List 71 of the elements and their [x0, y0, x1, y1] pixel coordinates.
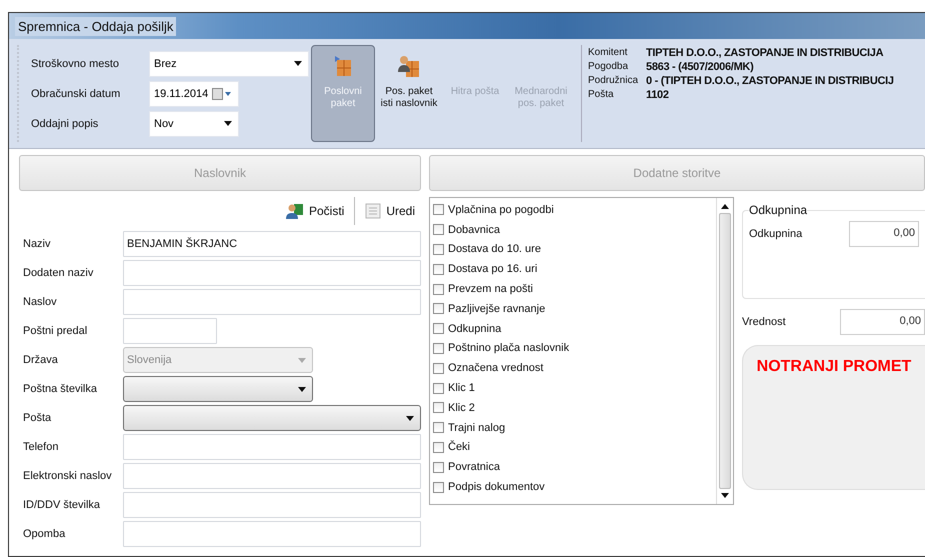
field-label: Poštni predal [23, 324, 88, 339]
person-icon [286, 203, 304, 219]
field-label: ID/DDV številka [23, 498, 102, 513]
service-checkbox[interactable]: Klic 1 [433, 379, 716, 397]
info-label: Komitent [588, 47, 628, 59]
service-checkbox[interactable]: Čeki [433, 438, 716, 456]
info-value: 1102 [646, 89, 670, 101]
input-field[interactable]: BENJAMIN ŠKRJANC [123, 231, 421, 257]
toolbar-button[interactable]: Pos. paket isti naslovnik [377, 45, 441, 142]
scrollbar[interactable] [716, 198, 733, 504]
service-checkbox[interactable]: Dobavnica [433, 220, 716, 239]
input-field[interactable] [123, 318, 217, 344]
service-checkbox[interactable]: Prevzem na pošti [433, 280, 716, 298]
info-value: TIPTEH D.O.O., ZASTOPANJE IN DISTRIBUCIJA [646, 47, 884, 59]
service-checkbox[interactable]: Dostava po 16. uri [433, 260, 716, 278]
field-label: Pošta [23, 411, 52, 426]
service-checkbox[interactable]: Označena vrednost [433, 359, 716, 378]
service-checkbox[interactable]: Trajni nalog [433, 418, 716, 437]
service-checkbox[interactable]: Poštnino plača naslovnik [433, 340, 716, 358]
service-checkbox[interactable]: Vplačnina po pogodbi [433, 201, 716, 219]
field-label: Vrednost [742, 316, 786, 328]
calendar-icon [212, 88, 232, 100]
field-label: Elektronski naslov [23, 469, 113, 484]
field-label: Opomba [23, 527, 66, 542]
field-label: Dodaten naziv [23, 266, 94, 281]
field-label: Odkupnina [749, 228, 802, 240]
service-checkbox[interactable]: Pazljivejše ravnanje [433, 300, 716, 318]
field-label: Naslov [23, 295, 58, 310]
field-label: Država [23, 353, 59, 368]
date-field[interactable]: 19.11.2014 [149, 80, 239, 106]
person-package-icon [398, 54, 420, 78]
service-checkbox[interactable]: Povratnica [433, 458, 716, 476]
field-label: Telefon [23, 440, 60, 455]
info-label: Podružnica [588, 75, 640, 87]
field-label: Stroškovno mesto [31, 56, 120, 72]
notice-text: NOTRANJI PROMET [756, 358, 912, 377]
service-checkbox[interactable]: Dostava do 10. ure [433, 240, 716, 258]
field-label: Naziv [23, 237, 52, 252]
info-value: 0 - (TIPTEH D.O.O., ZASTOPANJE IN DISTRIBUCIJ [646, 75, 894, 87]
input-field[interactable] [123, 492, 421, 518]
field-label: Obračunski datum [31, 86, 122, 102]
package-icon [333, 54, 353, 78]
input-field[interactable] [123, 463, 421, 489]
service-checkbox[interactable]: Podpis dokumentov [433, 478, 716, 496]
dropdown-field[interactable]: Nov [149, 110, 239, 136]
caret-icon [294, 61, 302, 66]
input-field[interactable] [123, 434, 421, 460]
action-button[interactable]: Uredi [365, 203, 415, 219]
input-field[interactable] [123, 260, 421, 286]
caret-icon [298, 358, 306, 362]
input-field[interactable]: 0,00 [849, 221, 919, 247]
dropdown-field[interactable] [123, 405, 421, 431]
input-field[interactable] [123, 521, 421, 547]
field-label: Poštna številka [23, 382, 98, 397]
caret-icon [406, 416, 414, 420]
service-checkbox[interactable]: Klic 2 [433, 398, 716, 417]
info-label: Pošta [588, 89, 615, 101]
service-checkbox[interactable]: Odkupnina [433, 320, 716, 338]
input-field[interactable] [123, 289, 421, 315]
field-label: Oddajni popis [31, 116, 100, 132]
caret-icon [298, 386, 306, 392]
input-field[interactable]: 0,00 [840, 309, 925, 335]
window-title: Spremnica - Oddaja pošiljk [15, 16, 176, 36]
action-button[interactable]: Počisti [286, 203, 344, 219]
info-label: Pogodba [588, 61, 630, 73]
caret-icon [224, 121, 232, 126]
group-title: Odkupnina [749, 203, 808, 217]
dropdown-field[interactable]: Brez [149, 50, 309, 76]
dropdown-field[interactable] [123, 376, 313, 402]
info-value: 5863 - (4507/2006/MK) [646, 61, 754, 73]
list-icon [365, 203, 382, 219]
